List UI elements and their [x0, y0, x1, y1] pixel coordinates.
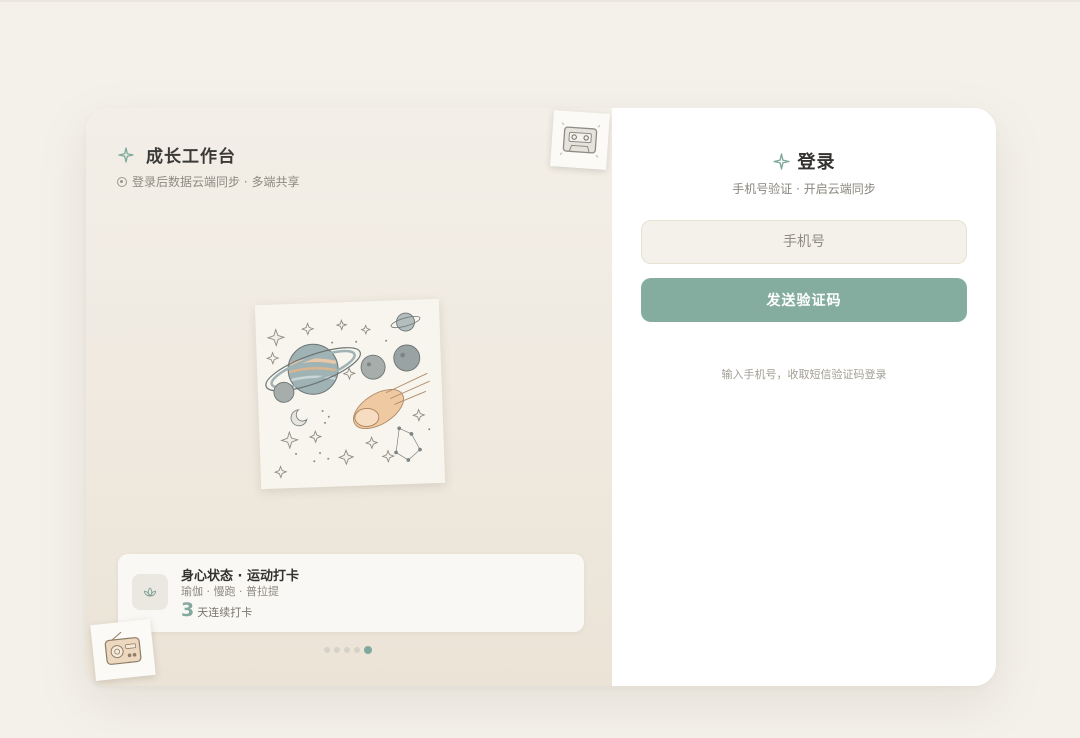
carousel-dot[interactable] — [354, 647, 360, 653]
phone-input[interactable] — [641, 220, 967, 264]
brand-subtitle-text: 登录后数据云端同步 · 多端共享 — [132, 175, 300, 189]
brand-header: 成长工作台 — [118, 142, 236, 167]
radio-sticker — [90, 619, 156, 681]
login-title: 登录 — [797, 152, 836, 173]
login-panel: 登录 手机号验证 · 开启云端同步 发送验证码 输入手机号，收取短信验证码登录 — [612, 108, 996, 686]
status-tags: 瑜伽 · 慢跑 · 普拉提 — [181, 585, 279, 598]
login-hint: 输入手机号，收取短信验证码登录 — [721, 368, 887, 381]
space-planets-illustration-icon — [265, 312, 431, 479]
login-header: 登录 — [612, 148, 996, 174]
status-title: 身心状态 · 运动打卡 — [181, 569, 299, 584]
sparkle-icon — [772, 152, 790, 170]
carousel-indicator — [324, 646, 376, 654]
streak-count: 3 天连续打卡 — [181, 599, 252, 621]
lotus-icon — [132, 574, 168, 610]
streak-number: 3 — [181, 599, 195, 621]
sparkle-icon — [118, 146, 134, 163]
login-subtitle: 手机号验证 · 开启云端同步 — [732, 182, 876, 196]
streak-unit: 天连续打卡 — [197, 606, 253, 619]
send-code-button[interactable]: 发送验证码 — [641, 278, 967, 322]
cassette-icon — [559, 122, 601, 158]
status-card[interactable]: 身心状态 · 运动打卡 瑜伽 · 慢跑 · 普拉提 3 天连续打卡 — [118, 554, 584, 632]
brand-subtitle: 登录后数据云端同步 · 多端共享 — [117, 173, 299, 190]
brand-title: 成长工作台 — [146, 147, 236, 167]
carousel-dot[interactable] — [344, 647, 350, 653]
login-card: 成长工作台 登录后数据云端同步 · 多端共享 身心状态 · 运动打卡 瑜伽 · … — [86, 108, 996, 686]
cassette-sticker — [550, 110, 610, 170]
carousel-dot[interactable] — [364, 646, 372, 654]
cloud-sync-icon — [117, 176, 127, 187]
top-divider — [0, 0, 1080, 2]
showcase-panel: 成长工作台 登录后数据云端同步 · 多端共享 身心状态 · 运动打卡 瑜伽 · … — [86, 108, 612, 686]
carousel-dot[interactable] — [334, 647, 340, 653]
radio-icon — [104, 631, 142, 665]
space-illustration — [254, 298, 446, 490]
carousel-dot[interactable] — [324, 647, 330, 653]
